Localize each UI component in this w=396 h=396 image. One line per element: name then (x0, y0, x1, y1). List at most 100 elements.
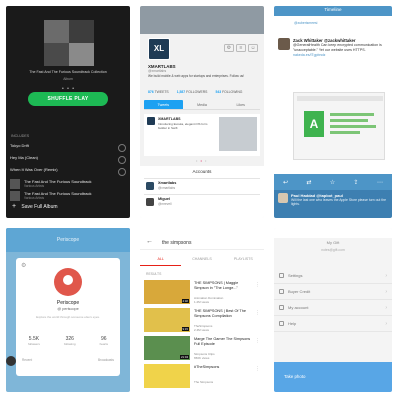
top-title: Periscope (56, 237, 80, 243)
more-icon[interactable] (118, 168, 126, 176)
page-dots: • • • (196, 158, 208, 163)
footer-right[interactable]: Broadcasts (98, 358, 114, 362)
track-title: When It Was Over (Remix) (10, 167, 58, 172)
more-vert-icon[interactable]: ⋮ (255, 338, 260, 344)
tweet-author: XMARTLABS (158, 117, 181, 121)
twitter-profile-screen: XL ⚙ ≡ ☺ XMARTLABS @xmartlabs We build m… (140, 6, 264, 218)
shuffle-play-button[interactable]: SHUFFLE PLAY (28, 92, 108, 106)
video-thumbnail[interactable] (144, 364, 190, 388)
account-handle: @mrevell (158, 202, 172, 206)
save-album-label: Save Full Album (21, 204, 58, 210)
profile-handle: @ periscope (57, 307, 79, 311)
tab-media[interactable]: Media (182, 100, 222, 110)
account-row[interactable]: Miguel @mrevell (144, 194, 260, 208)
track-row[interactable]: Tokyo Drift (6, 142, 130, 154)
status-bar (274, 228, 392, 238)
album-subtitle: Album (63, 77, 73, 81)
video-result[interactable]: 9:15 THE SIMPSONS | Best Of The Simpsons… (144, 308, 262, 334)
video-thumbnail[interactable]: 4:32 (144, 280, 190, 304)
menu-item-settings[interactable]: Settings › (274, 268, 392, 284)
stat-following[interactable]: 543 FOLLOWING (215, 90, 242, 94)
track-row[interactable]: The Fast And The Furious Soundtrack Vari… (6, 190, 130, 202)
profile-actions: ⚙ ≡ ☺ (224, 44, 258, 52)
menu-item-my-account[interactable]: My account › (274, 300, 392, 316)
tweet-avatar[interactable] (278, 38, 290, 50)
video-duration: 4:32 (181, 299, 189, 303)
spotify-album-screen: The Fast And The Furious Soundtrack Coll… (6, 6, 130, 218)
take-photo-button[interactable]: Take photo (274, 362, 392, 392)
more-icon[interactable] (118, 156, 126, 164)
status-bar (140, 228, 264, 236)
search-bar: ← the simpsons (140, 236, 264, 250)
timeline-title: Timeline (324, 7, 342, 12)
more-icon[interactable]: ⋯ (377, 179, 383, 186)
stat-hearts[interactable]: 96 hearts (100, 336, 108, 346)
track-row[interactable]: When It Was Over (Remix) (6, 166, 130, 178)
video-result[interactable]: 21:04 Marge The Gamer The Simpsons Full … (144, 336, 262, 362)
account-avatar-icon (146, 182, 154, 190)
retweet-icon[interactable]: ⇄ (306, 179, 311, 186)
next-tweet[interactable]: Paul Haddad @tapbot_paul Will the last o… (274, 190, 392, 218)
tweet-image[interactable] (219, 117, 257, 151)
video-views: 650K views (194, 356, 210, 360)
chevron-right-icon: › (385, 321, 387, 327)
timeline-screen: Timeline @zuberismeesi Zack Whittaker @z… (274, 6, 392, 218)
star-icon[interactable]: ☆ (330, 179, 335, 186)
account-name: Miguel (158, 197, 171, 201)
gear-icon[interactable]: ⚙ (21, 262, 26, 269)
track-row[interactable]: The Fast And The Furious Soundtrack Vari… (6, 178, 130, 190)
tweet-attachment[interactable]: A (293, 92, 385, 160)
attachment-line (330, 125, 376, 128)
settings-menu-screen: My Gift notes@gift.com Settings › Buyer … (274, 228, 392, 392)
profile-stats: 876 TWEETS 1,587 FOLLOWERS 543 FOLLOWING (148, 90, 242, 94)
stat-followers[interactable]: 1,587 FOLLOWERS (177, 90, 208, 94)
track-row[interactable]: Hey Ma (Clean) (6, 154, 130, 166)
video-result[interactable]: #TheSimpsons The Simpsons ⋮ (144, 364, 262, 390)
stat-tweets[interactable]: 876 TWEETS (148, 90, 169, 94)
footer-left[interactable]: Recent (22, 358, 32, 362)
selected-tweet[interactable]: Zack Whittaker @zackwhittaker @GeneralHe… (274, 34, 392, 174)
share-icon[interactable]: ⇪ (353, 179, 358, 186)
previous-tweet-snippet[interactable]: @zuberismeesi (278, 18, 388, 34)
video-views: 1.2M views (194, 300, 210, 304)
profile-avatar[interactable]: XL (148, 38, 170, 60)
search-query[interactable]: the simpsons (162, 240, 191, 246)
menu-item-help[interactable]: Help › (274, 316, 392, 332)
brand-subtitle: notes@gift.com (321, 248, 345, 252)
plus-icon: + (12, 203, 17, 210)
back-arrow-icon[interactable]: ← (146, 238, 153, 245)
track-art (10, 191, 20, 201)
more-icon[interactable] (118, 144, 126, 152)
list-icon[interactable]: ≡ (236, 44, 246, 52)
more-vert-icon[interactable]: ⋮ (255, 366, 260, 372)
more-vert-icon[interactable]: ⋮ (255, 310, 260, 316)
tab-tweets[interactable]: Tweets (144, 100, 183, 110)
video-thumbnail[interactable]: 9:15 (144, 308, 190, 332)
results-label: RESULTS (146, 272, 162, 276)
tab-channels[interactable]: CHANNELS (181, 252, 222, 266)
profile-name: Periscope (56, 300, 80, 306)
save-album-button[interactable]: + Save Full Album (12, 203, 58, 210)
stat-following[interactable]: 326 following (64, 336, 76, 346)
tweet-card[interactable]: XMARTLABS Introducing Eureka, elegant iO… (144, 114, 260, 156)
stat-followers[interactable]: 5.5K followers (28, 336, 40, 346)
track-title: Tokyo Drift (10, 143, 29, 148)
attachment-line (330, 113, 374, 116)
video-result[interactable]: 4:32 THE SIMPSONS | Maggie Simpson in "T… (144, 280, 262, 306)
reply-icon[interactable]: ↩ (283, 179, 288, 186)
account-row[interactable]: Xmartlabs @xmartlabs (144, 178, 260, 192)
video-thumbnail[interactable]: 21:04 (144, 336, 190, 360)
profile-stats: 5.5K followers 326 following 96 hearts (16, 336, 120, 346)
profile-description: Explore the world through someone else's… (36, 315, 100, 319)
tweet-link[interactable]: nakeda.es/lTgpbndz (293, 53, 325, 57)
profile-header-image (140, 6, 264, 34)
tab-playlists[interactable]: PLAYLISTS (223, 252, 264, 266)
tab-all[interactable]: ALL (140, 252, 182, 266)
track-title: Hey Ma (Clean) (10, 155, 39, 160)
settings-icon[interactable]: ⚙ (224, 44, 234, 52)
tab-likes[interactable]: Likes (221, 100, 261, 110)
more-vert-icon[interactable]: ⋮ (255, 282, 260, 288)
chevron-right-icon: › (385, 273, 387, 279)
person-icon[interactable]: ☺ (248, 44, 258, 52)
menu-item-buyer-credit[interactable]: Buyer Credit › (274, 284, 392, 300)
